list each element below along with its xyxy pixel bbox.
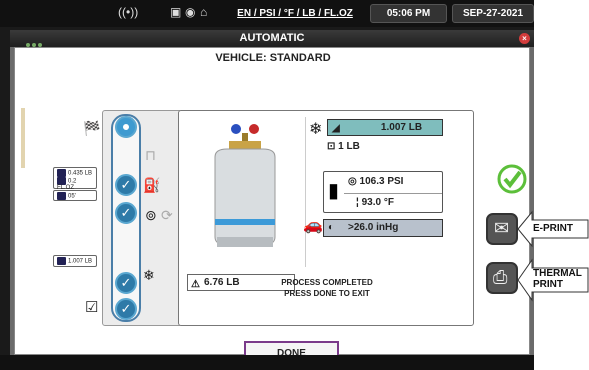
status-panel: ⚠ 6.76 LB ❄ ◢ 1.007 LB ⊡ 1 LB ▮ ◎ 106.3 … [178,110,474,326]
pressure-value: ◎ 106.3 PSI [348,176,404,187]
device-footer [0,355,534,370]
panel-divider [305,117,306,267]
recovery-icon: ⊚ [145,207,157,223]
charge-icon [57,257,66,265]
window-title: AUTOMATIC [239,32,305,44]
process-steps: ✓ ✓ ✓ ✓ ⊓ ⛽ ⊚ ⟳ ❄ [102,110,182,326]
success-check-icon [497,164,527,194]
thermal-print-label: THERMAL PRINT [533,268,582,290]
thermometer-icon: ¦ [356,197,359,208]
device-frame: ((•)) ▣ ◉ ⌂ EN / PSI / °F / LB / FL.OZ 0… [0,0,534,370]
left-side-strip [21,108,25,168]
target-amount: ⊡ 1 LB [327,141,360,152]
pressure-gauge-icon: ◎ [348,176,357,187]
pressure-temperature-box: ▮ ◎ 106.3 PSI ¦ 93.0 °F [323,171,443,213]
timer-icon [57,192,66,200]
email-icon: ✉ [494,218,510,238]
car-icon: 🚗 [303,217,323,234]
tank-icon: ▮ [328,180,340,202]
close-icon[interactable]: × [519,33,530,44]
left-readout-charge: 1.007 LB [53,255,97,267]
step-node-check-3: ✓ [115,272,137,294]
vacuum-icon: ⟳ [161,207,173,223]
camera-icon: ◉ [185,5,196,19]
step-node-start [115,116,137,138]
snowflake-icon: ❄ [309,121,323,138]
oil-icon [57,177,66,185]
wifi-icon: ((•)) [118,5,139,19]
home-icon: ⌂ [200,5,208,19]
left-readout-weight: 0.435 LB 0.2 FL.OZ [53,167,97,191]
charged-amount-field: ◢ 1.007 LB [327,119,443,136]
date: SEP-27-2021 [452,4,534,23]
units-setting[interactable]: EN / PSI / °F / LB / FL.OZ [222,4,368,23]
e-print-label: E-PRINT [533,223,573,234]
vacuum-field: ◐ >26.0 inHg [323,219,443,237]
e-print-button[interactable]: ✉ [486,213,518,245]
checkbox-icon[interactable]: ☑ [85,298,98,316]
step-node-check-2: ✓ [115,202,137,224]
snowflake-icon: ❄ [143,267,155,283]
finish-flag-icon: 🏁 [83,120,101,136]
temperature-value: ¦ 93.0 °F [356,197,394,208]
process-track: ✓ ✓ ✓ ✓ [111,114,141,322]
scale-icon [57,169,66,177]
charge-gauge-icon: ◢ [332,123,340,134]
target-icon: ⊡ [327,141,336,152]
status-bar: ((•)) ▣ ◉ ⌂ EN / PSI / °F / LB / FL.OZ 0… [0,0,534,27]
left-readout-timer: 05' [53,190,97,201]
vehicle-label: VEHICLE: STANDARD [215,52,331,64]
step-node-check-1: ✓ [115,174,137,196]
thermal-print-button[interactable]: ⎙ [486,262,518,294]
step-node-check-4: ✓ [115,298,137,320]
refrigerant-tank-icon [214,124,276,247]
window-dots [24,36,46,47]
valve-icon: ⊓ [145,147,156,163]
tablet-icon: ▣ [170,5,182,19]
pump-icon: ⛽ [143,177,161,193]
automatic-window: AUTOMATIC × VEHICLE: STANDARD 0.435 LB 0… [10,30,534,367]
clock: 05:06 PM [370,4,447,23]
printer-icon: ⎙ [493,267,508,287]
vacuum-gauge-icon: ◐ [328,222,335,233]
main-content: VEHICLE: STANDARD 0.435 LB 0.2 FL.OZ 05'… [14,47,530,367]
process-message: PROCESS COMPLETED PRESS DONE TO EXIT [281,278,373,298]
window-titlebar: AUTOMATIC × [10,30,534,47]
